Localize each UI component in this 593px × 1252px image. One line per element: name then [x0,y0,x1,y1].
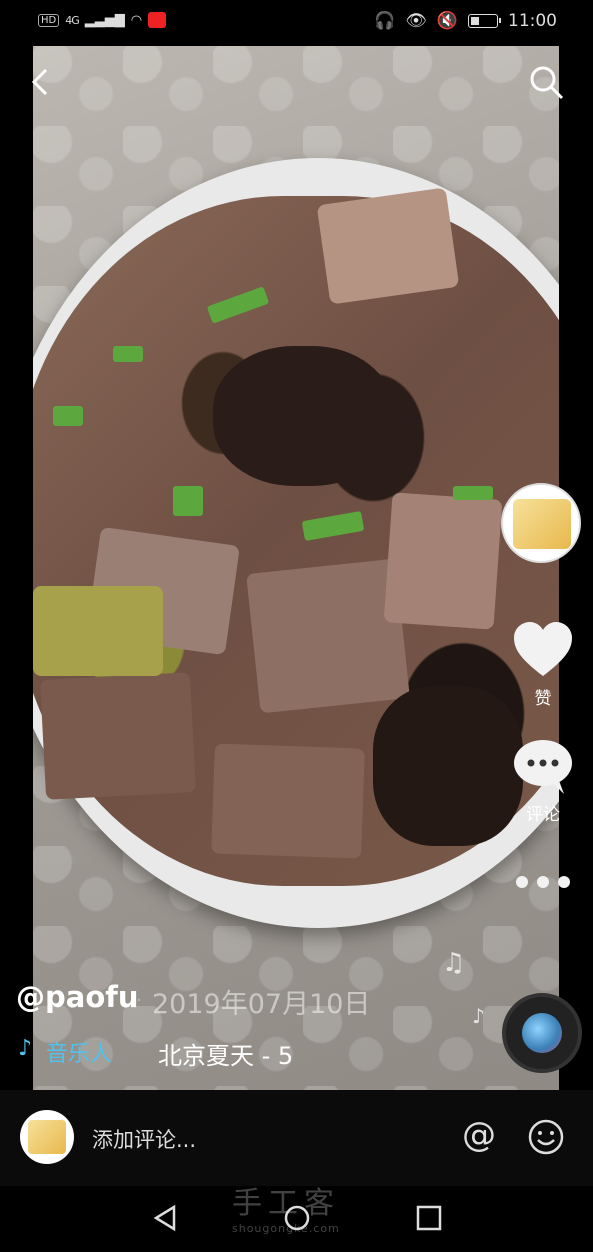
food-chunk [39,672,197,800]
search-button[interactable] [526,62,566,102]
status-time: 11:00 [508,11,557,31]
status-left: HD 4G ▂▃▅▇ ◠ [38,12,167,28]
album-art [522,1013,562,1053]
wood-ear [373,686,523,846]
food-chunk [33,586,163,676]
green-onion [173,486,203,516]
green-onion [113,346,143,362]
emoji-button[interactable] [528,1119,564,1155]
triangle-back-icon [153,1204,176,1232]
heart-icon [514,622,572,676]
music-disc-button[interactable] [502,993,582,1073]
comment-bar [0,1090,593,1186]
comment-input[interactable]: 添加评论... [92,1124,196,1154]
more-horizontal-icon [516,876,570,888]
wood-ear [213,346,393,486]
separator: · [136,990,142,1011]
food-chunk [246,558,410,714]
status-right: 🎧 👁 🔇 11:00 [374,11,557,31]
eye-icon: 👁 [405,11,427,31]
food-chunk [316,187,460,305]
battery-icon [468,14,501,28]
author-avatar[interactable] [501,483,581,563]
like-label: 赞 [534,689,552,709]
food-chunk [383,492,503,630]
smiley-icon [528,1119,564,1155]
mention-button[interactable]: @ [462,1118,496,1152]
search-icon [530,66,564,100]
network-badge: 4G [65,13,79,27]
mute-icon: 🔇 [436,11,458,31]
hd-badge: HD [38,13,60,27]
music-label[interactable]: 音乐人 [46,1036,112,1068]
comment-label: 评论 [526,805,560,825]
comment-button[interactable] [512,738,574,796]
music-note-icon: ♪ [18,1036,33,1061]
speech-bubble-icon [514,740,572,794]
more-button[interactable] [512,872,574,892]
post-date: 2019年07月10日 [152,989,371,1020]
headphones-icon: 🎧 [374,11,396,31]
post-photo[interactable] [33,46,559,1090]
like-button[interactable] [510,618,576,684]
wifi-icon: ◠ [130,12,143,28]
nav-recent-button[interactable] [414,1203,444,1233]
nav-home-button[interactable] [282,1203,312,1233]
status-bar: HD 4G ▂▃▅▇ ◠ 🎧 👁 🔇 11:00 [0,0,593,46]
circle-home-icon [284,1205,310,1231]
song-title[interactable]: 北京夏天 - 5 [158,1036,314,1071]
food-chunk [211,743,365,859]
music-note-icon: ♫ [442,948,466,978]
green-onion [453,486,493,500]
nav-back-button[interactable] [150,1203,180,1233]
music-note-icon: ♪ [472,1004,485,1028]
back-button[interactable] [24,62,60,102]
square-recent-icon [416,1205,442,1231]
green-onion [53,406,83,426]
user-avatar[interactable] [20,1110,74,1164]
signal-icon: ▂▃▅▇ [84,12,125,28]
post-username[interactable]: @paofu [16,980,139,1014]
chevron-left-icon [31,68,48,96]
notification-app-icon [148,12,167,28]
